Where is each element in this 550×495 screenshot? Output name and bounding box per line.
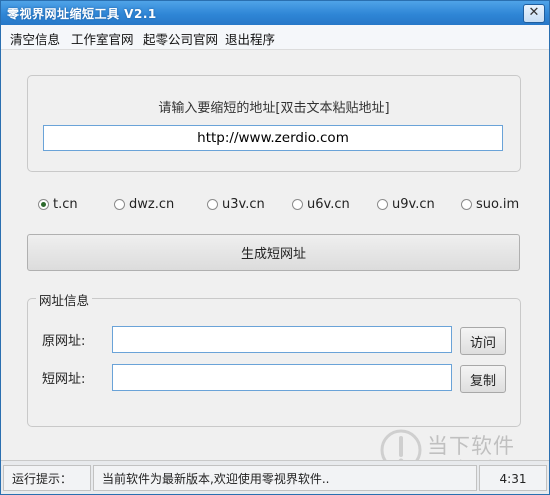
url-input-panel: 请输入要缩短的地址[双击文本粘贴地址] xyxy=(27,75,521,172)
service-option-u9v[interactable]: u9v.cn xyxy=(377,195,435,213)
radio-unchecked-icon xyxy=(377,198,388,210)
service-option-suo[interactable]: suo.im xyxy=(461,195,519,213)
short-url-field[interactable] xyxy=(112,364,452,391)
service-label: u9v.cn xyxy=(392,196,435,212)
visit-button[interactable]: 访问 xyxy=(460,327,506,355)
generate-short-url-button[interactable]: 生成短网址 xyxy=(27,234,520,271)
service-option-dwz[interactable]: dwz.cn xyxy=(114,195,174,213)
window-title: 零视界网址缩短工具 V2.1 xyxy=(7,7,157,21)
radio-unchecked-icon xyxy=(461,198,472,210)
service-label: dwz.cn xyxy=(129,196,175,212)
status-label: 运行提示： xyxy=(3,465,91,491)
short-url-label: 短网址: xyxy=(42,372,86,387)
close-button[interactable]: ✕ xyxy=(523,4,545,23)
service-label: u6v.cn xyxy=(307,196,350,212)
radio-checked-icon xyxy=(38,198,49,210)
status-message: 当前软件为最新版本,欢迎使用零视界软件.. xyxy=(93,465,477,491)
menu-studio-site[interactable]: 工作室官网 xyxy=(71,29,134,48)
radio-unchecked-icon xyxy=(292,198,303,210)
service-option-u3v[interactable]: u3v.cn xyxy=(207,195,265,213)
menu-bar: 清空信息 工作室官网 起零公司官网 退出程序 xyxy=(1,25,549,50)
service-label: suo.im xyxy=(476,196,520,212)
service-label: u3v.cn xyxy=(222,196,265,212)
close-icon: ✕ xyxy=(528,5,540,20)
menu-clear-info[interactable]: 清空信息 xyxy=(10,29,60,48)
service-label: t.cn xyxy=(53,196,78,212)
menu-exit[interactable]: 退出程序 xyxy=(225,29,275,48)
app-window: 零视界网址缩短工具 V2.1 ✕ 清空信息 工作室官网 起零公司官网 退出程序 … xyxy=(0,0,550,495)
service-option-tcn[interactable]: t.cn xyxy=(38,195,78,213)
copy-button[interactable]: 复制 xyxy=(460,365,506,393)
radio-unchecked-icon xyxy=(207,198,218,210)
radio-unchecked-icon xyxy=(114,198,125,210)
title-bar[interactable]: 零视界网址缩短工具 V2.1 ✕ xyxy=(1,1,549,25)
url-info-legend: 网址信息 xyxy=(36,290,93,309)
original-url-label: 原网址: xyxy=(42,334,86,349)
url-info-group: 网址信息 原网址: 访问 短网址: 复制 xyxy=(27,290,521,427)
status-bar: 运行提示： 当前软件为最新版本,欢迎使用零视界软件.. 4:31 xyxy=(1,460,549,494)
long-url-input[interactable] xyxy=(43,125,503,151)
original-url-field[interactable] xyxy=(112,326,452,353)
service-option-u6v[interactable]: u6v.cn xyxy=(292,195,350,213)
status-time: 4:31 xyxy=(479,465,547,491)
menu-company-site[interactable]: 起零公司官网 xyxy=(143,29,218,48)
url-prompt-label: 请输入要缩短的地址[双击文本粘贴地址] xyxy=(158,101,390,116)
